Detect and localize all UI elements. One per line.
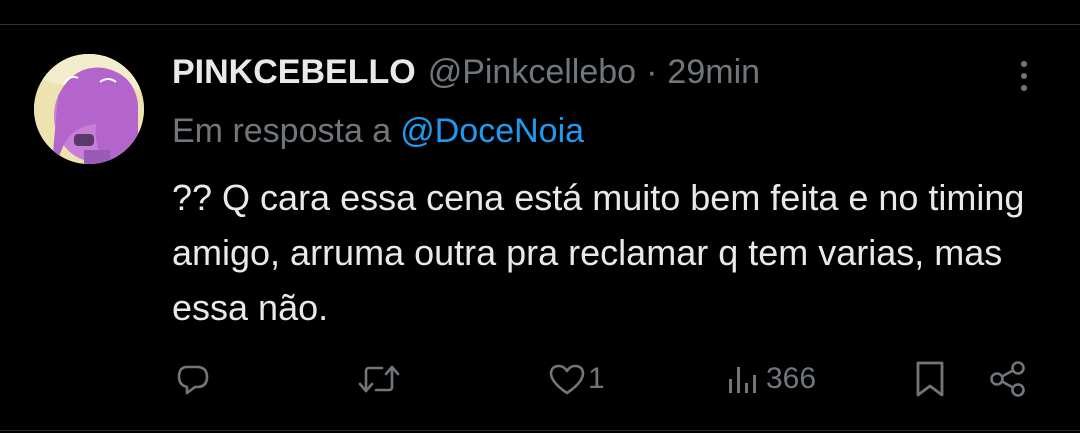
timestamp[interactable]: 29min (667, 53, 760, 92)
reply-prefix: Em resposta a (172, 112, 392, 150)
bottom-divider (0, 430, 1080, 431)
bookmark-button[interactable] (912, 355, 948, 403)
share-button[interactable] (988, 355, 1028, 403)
action-bar: 1 366 (0, 355, 1080, 403)
bookmark-icon (916, 361, 944, 397)
user-handle[interactable]: @Pinkcellebo (428, 53, 636, 92)
views-count: 366 (766, 362, 817, 395)
avatar-image (34, 54, 144, 164)
tweet-text: ?? Q cara essa cena está muito bem feita… (172, 177, 1025, 328)
tweet-header: PINKCEBELLO @Pinkcellebo · 29min (172, 52, 760, 92)
display-name[interactable]: PINKCEBELLO (172, 53, 416, 92)
reply-mention-link[interactable]: @DoceNoia (400, 112, 584, 150)
reply-icon (177, 365, 209, 395)
retweet-icon (358, 365, 400, 393)
more-vertical-icon (1021, 61, 1027, 91)
share-icon (990, 361, 1025, 397)
heart-icon (549, 364, 585, 395)
top-divider (0, 24, 1080, 25)
views-chart-icon (729, 367, 756, 393)
avatar[interactable] (34, 54, 144, 164)
reply-button[interactable] (175, 355, 217, 403)
retweet-button[interactable] (358, 355, 406, 403)
like-count: 1 (588, 362, 605, 395)
more-options-button[interactable] (1010, 58, 1038, 94)
reply-context: Em resposta a @DoceNoia (172, 112, 584, 151)
like-button[interactable]: 1 (548, 355, 605, 403)
views-button[interactable]: 366 (726, 355, 816, 403)
separator-dot: · (646, 52, 658, 91)
